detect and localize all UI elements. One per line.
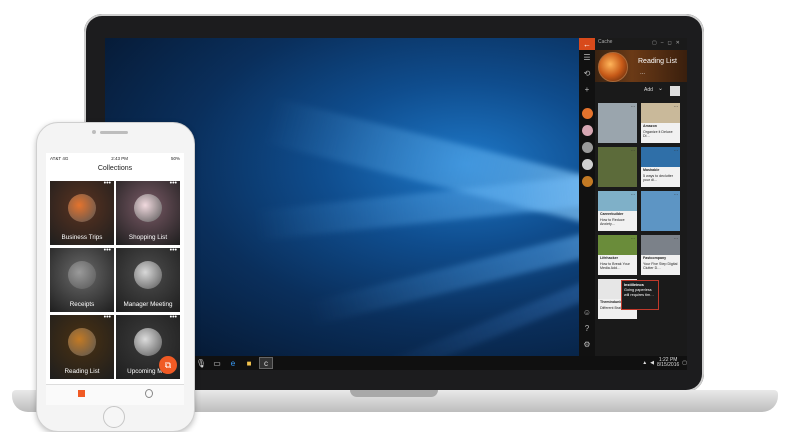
tile-more-icon[interactable]: •••	[104, 315, 111, 321]
task-view-icon[interactable]: ▭	[211, 358, 223, 368]
collection-tile[interactable]: ••• Manager Meeting	[116, 248, 180, 312]
page-title: Collections	[97, 165, 133, 172]
collection-thumbnail	[134, 328, 162, 356]
collection-tile[interactable]: ••• Receipts	[50, 248, 114, 312]
maximize-icon[interactable]: ◻	[668, 40, 672, 46]
collection-label: Business Trips	[61, 234, 103, 241]
smiley-icon[interactable]: ☺	[579, 308, 595, 317]
card-more-icon[interactable]: ...	[674, 103, 678, 109]
collection-label: Reading List	[64, 368, 100, 375]
reading-list-card[interactable]: ... Fastcompany Your Five Step Digital Clu…	[641, 235, 680, 275]
window-controls: ▢ – ◻ ✕	[652, 38, 687, 48]
collection-avatar[interactable]	[582, 108, 593, 119]
card-thumbnail	[598, 103, 637, 143]
clock-date: 8/15/2016	[657, 362, 680, 368]
close-icon[interactable]: ✕	[676, 40, 680, 46]
card-text: How to Reduce Anxiety…	[600, 217, 625, 227]
collection-avatar-large	[598, 52, 628, 82]
file-explorer-icon[interactable]: ■	[243, 358, 255, 368]
battery-label: 50%	[170, 155, 180, 161]
add-collection-icon[interactable]: +	[579, 85, 595, 94]
system-tray: ▲ ◀ 1:22 PM 8/15/2016 ▢	[600, 356, 687, 370]
reading-list-card[interactable]: ... Amazon Organize it Deluxe Di…	[641, 103, 680, 143]
tile-more-icon[interactable]: •••	[104, 248, 111, 254]
laptop-notch	[350, 390, 438, 397]
add-item-icon[interactable]	[670, 86, 680, 96]
card-more-icon[interactable]: ...	[631, 191, 635, 197]
add-fab-button[interactable]: ⧉	[159, 356, 177, 374]
window-title: Cache	[598, 39, 613, 45]
pin-icon[interactable]: ▢	[652, 40, 657, 46]
settings-icon[interactable]: ⚙	[579, 340, 595, 349]
microphone-icon[interactable]: 🎙	[195, 358, 207, 368]
collection-more-icon[interactable]: ...	[640, 70, 645, 76]
phone-tab-bar	[46, 384, 184, 405]
collection-avatar[interactable]	[582, 142, 593, 153]
card-thumbnail	[598, 147, 637, 187]
collection-thumbnail	[68, 328, 96, 356]
reading-list-card[interactable]: ...	[641, 191, 680, 231]
collection-tile[interactable]: ••• Reading List	[50, 315, 114, 379]
card-text: Your Five Step Digital Clutter D…	[643, 261, 678, 271]
collection-avatar[interactable]	[582, 176, 593, 187]
card-more-icon[interactable]: ...	[674, 147, 678, 153]
collection-thumbnail	[134, 261, 162, 289]
home-button[interactable]	[103, 406, 125, 428]
collection-avatar[interactable]	[582, 125, 593, 136]
collection-tile[interactable]: ••• Shopping List	[116, 181, 180, 245]
tile-more-icon[interactable]: •••	[104, 181, 111, 187]
card-more-icon[interactable]: ...	[631, 147, 635, 153]
back-button[interactable]: ←	[579, 38, 595, 50]
tile-more-icon[interactable]: •••	[170, 248, 177, 254]
reading-list-card[interactable]: ... Mashable 5 ways to declutter your di…	[641, 147, 680, 187]
card-text: 5 ways to declutter your di…	[643, 173, 673, 183]
collection-thumbnail	[68, 194, 96, 222]
history-icon[interactable]: ⟲	[579, 69, 595, 78]
reading-list-card[interactable]: ... Careerbuilder How to Reduce Anxiety…	[598, 191, 637, 231]
collection-thumbnail	[68, 261, 96, 289]
collection-label: Manager Meeting	[123, 301, 173, 308]
card-text: Organize it Deluxe Di…	[643, 129, 673, 139]
card-text: How to Break Your Media Add…	[600, 261, 630, 271]
card-more-icon[interactable]: ...	[631, 235, 635, 241]
tab-collections-icon[interactable]	[78, 390, 85, 397]
collection-avatar[interactable]	[582, 159, 593, 170]
reading-list-card[interactable]: ...	[598, 103, 637, 143]
network-icon[interactable]: ▲	[642, 360, 647, 366]
hamburger-menu-icon[interactable]: ☰	[579, 53, 595, 62]
volume-icon[interactable]: ◀	[650, 360, 654, 366]
collection-tile[interactable]: ••• Business Trips	[50, 181, 114, 245]
notifications-icon[interactable]: ▢	[682, 360, 687, 366]
minimize-icon[interactable]: –	[661, 40, 664, 46]
item-tooltip: Instilleinos Going paperless will requir…	[621, 280, 659, 310]
phone-speaker	[100, 131, 128, 134]
collection-thumbnail	[134, 194, 162, 222]
card-more-icon[interactable]: ...	[674, 235, 678, 241]
card-thumbnail	[641, 191, 680, 231]
tab-profile-icon[interactable]	[145, 389, 153, 398]
add-dropdown[interactable]: Add	[644, 87, 653, 93]
tooltip-text: Going paperless will requires tim…	[624, 288, 654, 297]
chevron-down-icon[interactable]: ⌄	[658, 85, 663, 92]
collection-label: Shopping List	[128, 234, 168, 241]
edge-browser-icon[interactable]: e	[227, 358, 239, 368]
clock[interactable]: 1:22 PM 8/15/2016	[657, 358, 679, 368]
reading-list-card[interactable]: ... Lifehacker How to Break Your Media Add…	[598, 235, 637, 275]
card-more-icon[interactable]: ...	[674, 191, 678, 197]
tile-more-icon[interactable]: •••	[170, 181, 177, 187]
card-more-icon[interactable]: ...	[631, 103, 635, 109]
tile-more-icon[interactable]: •••	[170, 315, 177, 321]
phone-status-bar: AT&T 4G 2:43 PM 50%	[46, 153, 184, 163]
phone-time: 2:43 PM	[111, 155, 129, 161]
help-icon[interactable]: ?	[579, 324, 595, 333]
carrier-label: AT&T 4G	[50, 155, 69, 161]
collection-title: Reading List	[638, 58, 677, 65]
phone-camera	[92, 130, 96, 134]
cache-app-taskbar-icon[interactable]: c	[259, 357, 273, 369]
collection-label: Receipts	[69, 301, 95, 308]
reading-list-card[interactable]: ...	[598, 147, 637, 187]
